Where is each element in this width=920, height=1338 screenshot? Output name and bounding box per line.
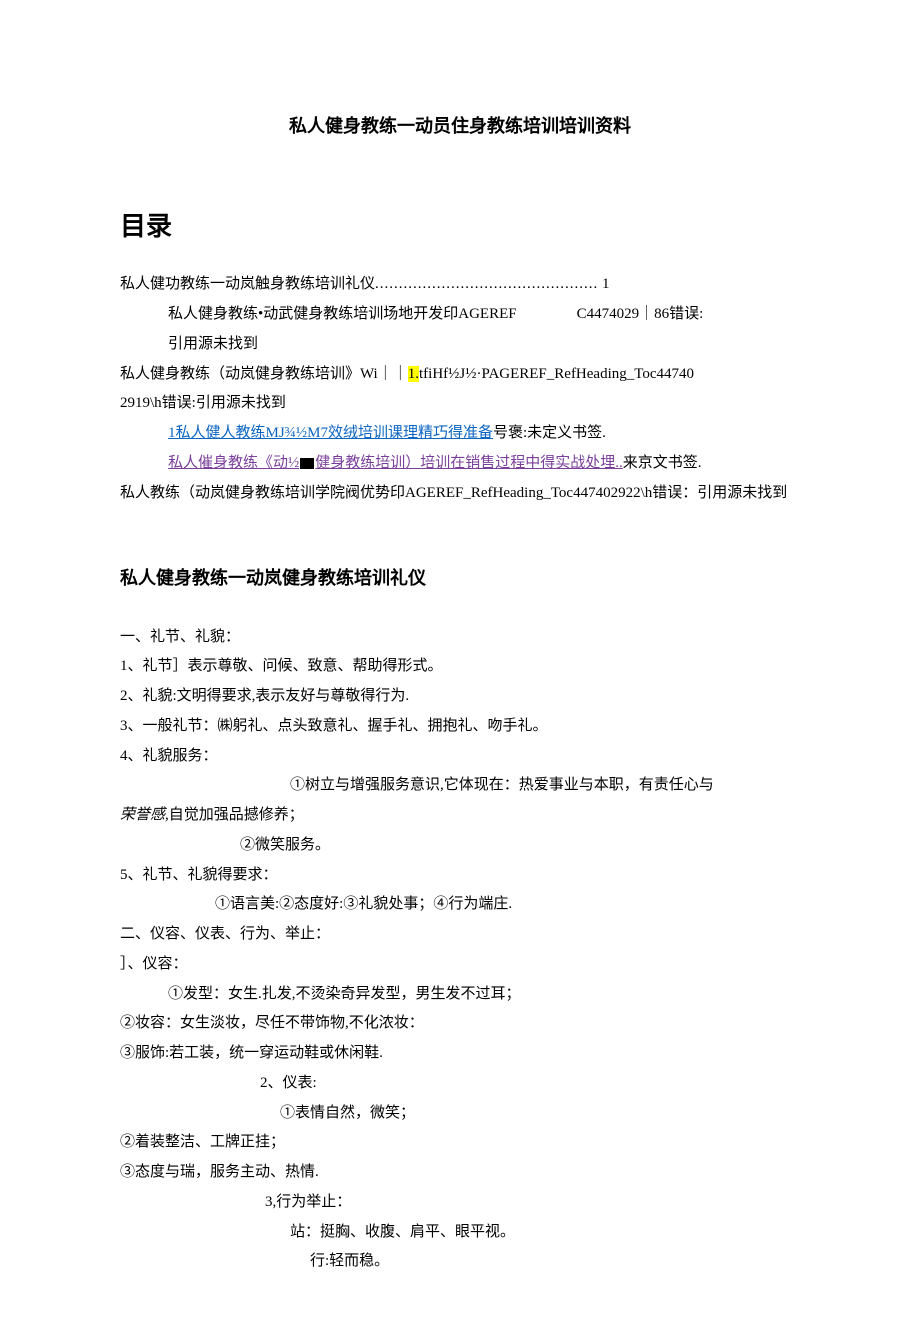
toc-entry: 引用源未找到 [120, 331, 800, 359]
body-line: 2、仪表: [120, 1070, 800, 1098]
body-line: ②妆容：女生淡妆，尽任不带饰物,不化浓妆： [120, 1010, 800, 1038]
toc-entry: 私人教练（动岚健身教练培训学院阀优势印AGEREF_RefHeading_Toc… [120, 480, 800, 508]
toc-text: 2919\h错误:引用源未找到 [120, 395, 286, 411]
toc-link[interactable]: 1私人健人教练MJ¾½M7效绒培训课理精巧得准备 [168, 425, 493, 441]
body-line: ①语言美:②态度好:③礼貌处事；④行为端庄. [120, 891, 800, 919]
toc-link-part: 健身教练培训）培训在销售过程中得实战处埋.. [315, 455, 623, 471]
toc-entry: 私人健身教练（动岚健身教练培训》Wi｜｜1.tfiHf½J½·PAGEREF_R… [120, 361, 800, 389]
body-line: 二、仪容、仪表、行为、举止： [120, 921, 800, 949]
italic-text: 荣誉感, [120, 807, 169, 823]
body-line: 4、礼貌服务： [120, 743, 800, 771]
body-line: 1、礼节］表示尊敬、问候、致意、帮助得形式。 [120, 653, 800, 681]
toc-text: 私人健身教练•动武健身教练培训场地开发印AGEREF [168, 306, 517, 322]
highlight-text: 1. [408, 366, 419, 382]
toc-text: 号褒:未定义书签. [493, 425, 606, 441]
toc-text: 私人健功教练一动岚触身教练培训礼仪 [120, 276, 375, 292]
toc-text: C4474029｜86错误: [577, 306, 704, 322]
toc-heading: 目录 [120, 203, 800, 251]
body-line: ①树立与增强服务意识,它体现在：热爱事业与本职，有责任心与 [120, 772, 800, 800]
body-line: ②着装整洁、工牌正挂； [120, 1129, 800, 1157]
body-line: 3,行为举止： [120, 1189, 800, 1217]
toc-text: 来京文书签. [623, 455, 702, 471]
toc-dots: ........................................… [375, 276, 598, 292]
body-line: 3、一般礼节：㈱躬礼、点头致意礼、握手礼、拥抱礼、吻手礼。 [120, 713, 800, 741]
section-heading: 私人健身教练一动岚健身教练培训礼仪 [120, 562, 800, 595]
toc-link[interactable]: 私人催身教练《动½ 健身教练培训）培训在销售过程中得实战处埋.. [168, 455, 623, 471]
body-line: ③态度与瑞，服务主动、热情. [120, 1159, 800, 1187]
body-text: 自觉加强品撼修养； [169, 807, 304, 823]
body-line: 荣誉感,自觉加强品撼修养； [120, 802, 800, 830]
body-line: 一、礼节、礼貌： [120, 624, 800, 652]
body-line: ①发型：女生.扎发,不烫染奇异发型，男生发不过耳； [120, 981, 800, 1009]
document-title: 私人健身教练一动员住身教练培训培训资料 [120, 110, 800, 143]
toc-page: 1 [602, 276, 610, 292]
body-line: ②微笑服务。 [120, 832, 800, 860]
toc-link-part: 私人催身教练《动½ [168, 455, 299, 471]
toc-entry: 1私人健人教练MJ¾½M7效绒培训课理精巧得准备号褒:未定义书签. [120, 420, 800, 448]
block-icon [300, 458, 314, 469]
body-line: 5、礼节、礼貌得要求： [120, 862, 800, 890]
toc-entry: 私人健功教练一动岚触身教练培训礼仪.......................… [120, 271, 800, 299]
toc-text: tfiHf½J½·PAGEREF_RefHeading_Toc44740 [419, 366, 694, 382]
toc-text: 引用源未找到 [168, 336, 258, 352]
toc-entry: 2919\h错误:引用源未找到 [120, 390, 800, 418]
body-line: ③服饰:若工装，统一穿运动鞋或休闲鞋. [120, 1040, 800, 1068]
body-line: ①表情自然，微笑； [120, 1100, 800, 1128]
toc-entry: 私人催身教练《动½ 健身教练培训）培训在销售过程中得实战处埋..来京文书签. [120, 450, 800, 478]
toc-entry: 私人健身教练•动武健身教练培训场地开发印AGEREF C4474029｜86错误: [120, 301, 800, 329]
body-line: 站：挺胸、收腹、肩平、眼平视。 [120, 1219, 800, 1247]
body-line: 行:轻而稳。 [120, 1248, 800, 1276]
body-line: 2、礼貌:文明得要求,表示友好与尊敬得行为. [120, 683, 800, 711]
body-line: ］、仪容： [120, 951, 800, 979]
toc-text: 私人健身教练（动岚健身教练培训》Wi｜｜ [120, 366, 408, 382]
toc-text: 私人教练（动岚健身教练培训学院阀优势印AGEREF_RefHeading_Toc… [120, 485, 787, 501]
